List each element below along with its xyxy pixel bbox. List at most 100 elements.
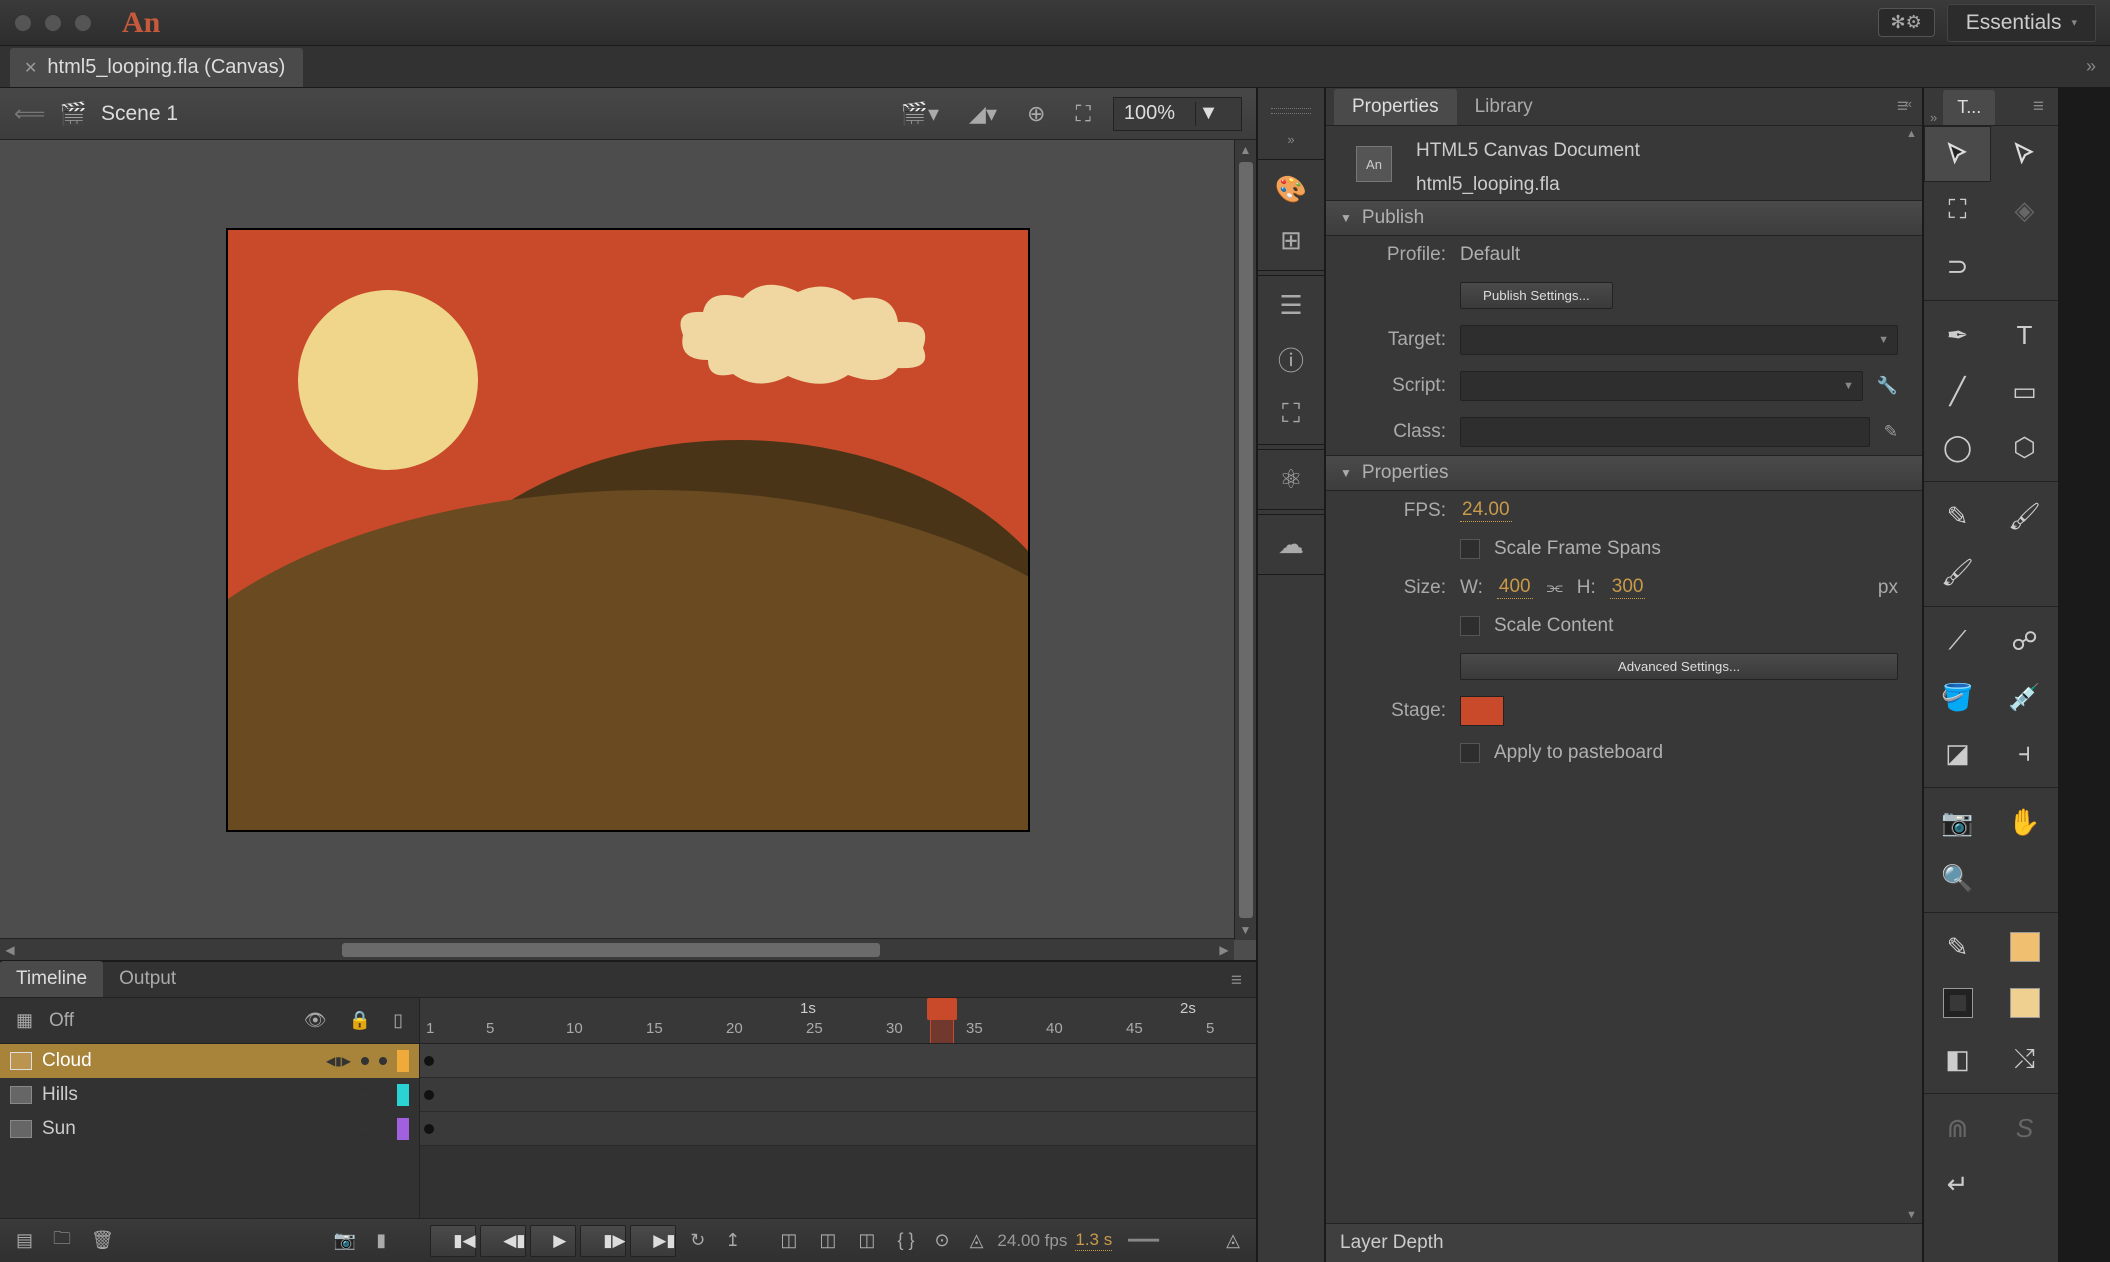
layer-color-swatch[interactable] — [397, 1118, 409, 1140]
paint-brush-tool-icon[interactable]: 🖌 — [1924, 544, 1991, 600]
transform-panel-icon[interactable]: ⛶ — [1282, 398, 1300, 430]
scale-frame-spans-checkbox[interactable] — [1460, 539, 1480, 559]
height-value[interactable]: 300 — [1610, 576, 1646, 599]
swap-colors-icon[interactable]: ⤭ — [1991, 1031, 2058, 1087]
link-dimensions-icon[interactable]: ⫘ — [1547, 577, 1563, 598]
apply-pasteboard-checkbox[interactable] — [1460, 743, 1480, 763]
straighten-option-icon[interactable]: ↵ — [1924, 1156, 1991, 1212]
edit-multiple-icon[interactable]: ◫ — [852, 1230, 881, 1251]
zoom-dropdown[interactable]: 100% ▼ — [1113, 97, 1242, 131]
workspace-switcher[interactable]: Essentials ▾ — [1947, 4, 2096, 42]
frames-area[interactable]: 1s 2s 1 5 10 15 20 25 30 35 40 45 5 — [420, 998, 1256, 1218]
paint-bucket-tool-icon[interactable]: 🪣 — [1924, 669, 1991, 725]
width-value[interactable]: 400 — [1497, 576, 1533, 599]
next-frame-icon[interactable]: ▮▶ — [580, 1225, 626, 1257]
collapse-icon[interactable]: » — [1930, 110, 1937, 125]
layer-name[interactable]: Cloud — [42, 1050, 316, 1072]
last-frame-icon[interactable]: ▶▮ — [630, 1225, 676, 1257]
frame-row[interactable] — [420, 1112, 1256, 1146]
layer-name[interactable]: Sun — [42, 1118, 301, 1140]
center-stage-icon[interactable]: ⊕ — [1019, 97, 1053, 131]
canvas-stage[interactable] — [226, 228, 1030, 832]
edit-scene-icon[interactable]: 🎬▾ — [893, 97, 947, 131]
sync-settings-button[interactable]: ✻⚙ — [1878, 8, 1935, 37]
layer-color-swatch[interactable] — [397, 1084, 409, 1106]
fill-color-icon[interactable] — [1924, 975, 1991, 1031]
layer-color-swatch[interactable] — [397, 1050, 409, 1072]
close-tab-icon[interactable]: ✕ — [24, 58, 37, 78]
markers-icon[interactable]: { } — [891, 1230, 920, 1251]
stroke-color-swatch[interactable] — [1991, 919, 2058, 975]
timeline-view-icon[interactable]: ◬ — [1220, 1230, 1246, 1251]
visibility-dot[interactable] — [361, 1125, 369, 1133]
swatches-panel-icon[interactable]: ⊞ — [1280, 225, 1302, 256]
snap-option-icon[interactable]: ⋒ — [1924, 1100, 1991, 1156]
close-window-icon[interactable] — [14, 14, 32, 32]
pen-tool-icon[interactable]: ✒ — [1924, 307, 1991, 363]
tab-options-icon[interactable]: » — [2086, 56, 2096, 77]
dock-handle-icon[interactable] — [1271, 108, 1311, 114]
panel-menu-icon[interactable]: ≡ — [1231, 970, 1242, 992]
lock-dot[interactable] — [379, 1091, 387, 1099]
minimize-window-icon[interactable] — [44, 14, 62, 32]
hand-tool-icon[interactable]: ✋ — [1991, 794, 2058, 850]
tools-tab[interactable]: T... — [1943, 90, 1995, 125]
lock-column-icon[interactable]: 🔒 — [343, 1010, 377, 1031]
bind-tool-icon[interactable]: ☍ — [1991, 613, 2058, 669]
clip-content-icon[interactable]: ⛶ — [1067, 97, 1098, 131]
loop-icon[interactable]: ↻ — [684, 1230, 711, 1251]
tab-output[interactable]: Output — [103, 961, 192, 997]
visibility-dot[interactable] — [361, 1057, 369, 1065]
width-tool-icon[interactable]: ⫞ — [1991, 725, 2058, 781]
color-panel-icon[interactable]: 🎨 — [1275, 174, 1307, 205]
scrub-icon[interactable]: ◬ — [964, 1230, 990, 1251]
scroll-right-icon[interactable]: ▶ — [1214, 943, 1234, 957]
text-tool-icon[interactable]: T — [1991, 307, 2058, 363]
components-panel-icon[interactable]: ⚛ — [1279, 464, 1302, 495]
new-layer-icon[interactable]: ▤ — [10, 1230, 39, 1251]
collapse-icon[interactable]: » — [1287, 132, 1294, 147]
publish-settings-button[interactable]: Publish Settings... — [1460, 282, 1613, 309]
cc-libraries-icon[interactable]: ☁ — [1278, 529, 1304, 560]
twirl-down-icon[interactable]: ▼ — [1340, 466, 1352, 480]
layer-name[interactable]: Hills — [42, 1084, 301, 1106]
lock-dot[interactable] — [379, 1057, 387, 1065]
properties-section-header[interactable]: ▼ Properties — [1326, 455, 1922, 491]
pencil-icon[interactable]: ✎ — [1884, 422, 1898, 442]
vertical-scrollbar[interactable]: ▲ ▼ — [1234, 140, 1256, 940]
subselection-tool-icon[interactable] — [1991, 126, 2058, 182]
tab-library[interactable]: Library — [1457, 89, 1551, 125]
frame-ruler[interactable]: 1s 2s 1 5 10 15 20 25 30 35 40 45 5 — [420, 998, 1256, 1044]
layer-controls[interactable]: ◀▮▶ — [326, 1054, 351, 1068]
back-icon[interactable]: ⟸ — [14, 101, 46, 127]
center-frame-icon[interactable]: ⊙ — [928, 1230, 955, 1251]
layer-row[interactable]: Sun — [0, 1112, 419, 1146]
visibility-dot[interactable] — [361, 1091, 369, 1099]
maximize-window-icon[interactable] — [74, 14, 92, 32]
eraser-tool-icon[interactable]: ◪ — [1924, 725, 1991, 781]
scroll-down-icon[interactable]: ▼ — [1240, 920, 1252, 940]
fill-color-swatch[interactable] — [1991, 975, 2058, 1031]
advanced-settings-button[interactable]: Advanced Settings... — [1460, 653, 1898, 680]
visibility-column-icon[interactable]: 👁 — [298, 1010, 333, 1031]
publish-section-header[interactable]: ▼ Publish — [1326, 200, 1922, 236]
3d-rotation-tool-icon[interactable]: ◈ — [1991, 182, 2058, 238]
panel-menu-icon[interactable]: ≡ — [2033, 96, 2044, 118]
smooth-option-icon[interactable]: S — [1991, 1100, 2058, 1156]
frame-row[interactable] — [420, 1044, 1256, 1078]
lasso-tool-icon[interactable]: ⊃ — [1924, 238, 1991, 294]
zoom-tool-icon[interactable]: 🔍 — [1924, 850, 1991, 906]
time-display[interactable]: 1.3 s — [1075, 1230, 1112, 1251]
onion-skin-icon[interactable]: ▦ — [10, 1010, 39, 1031]
camera-tool-icon[interactable]: 📷 — [1924, 794, 1991, 850]
document-tab[interactable]: ✕ html5_looping.fla (Canvas) — [10, 48, 303, 87]
scrollbar-thumb[interactable] — [1239, 162, 1253, 918]
stage-area[interactable]: ▲ ▼ ◀ ▶ — [0, 140, 1256, 960]
fps-display[interactable]: 24.00 fps — [997, 1231, 1067, 1251]
default-colors-icon[interactable]: ◧ — [1924, 1031, 1991, 1087]
align-panel-icon[interactable]: ☰ — [1279, 290, 1302, 321]
tab-timeline[interactable]: Timeline — [0, 961, 103, 997]
play-icon[interactable]: ▶ — [530, 1225, 576, 1257]
scene-name[interactable]: Scene 1 — [101, 102, 178, 126]
horizontal-scrollbar[interactable]: ◀ ▶ — [0, 938, 1234, 960]
